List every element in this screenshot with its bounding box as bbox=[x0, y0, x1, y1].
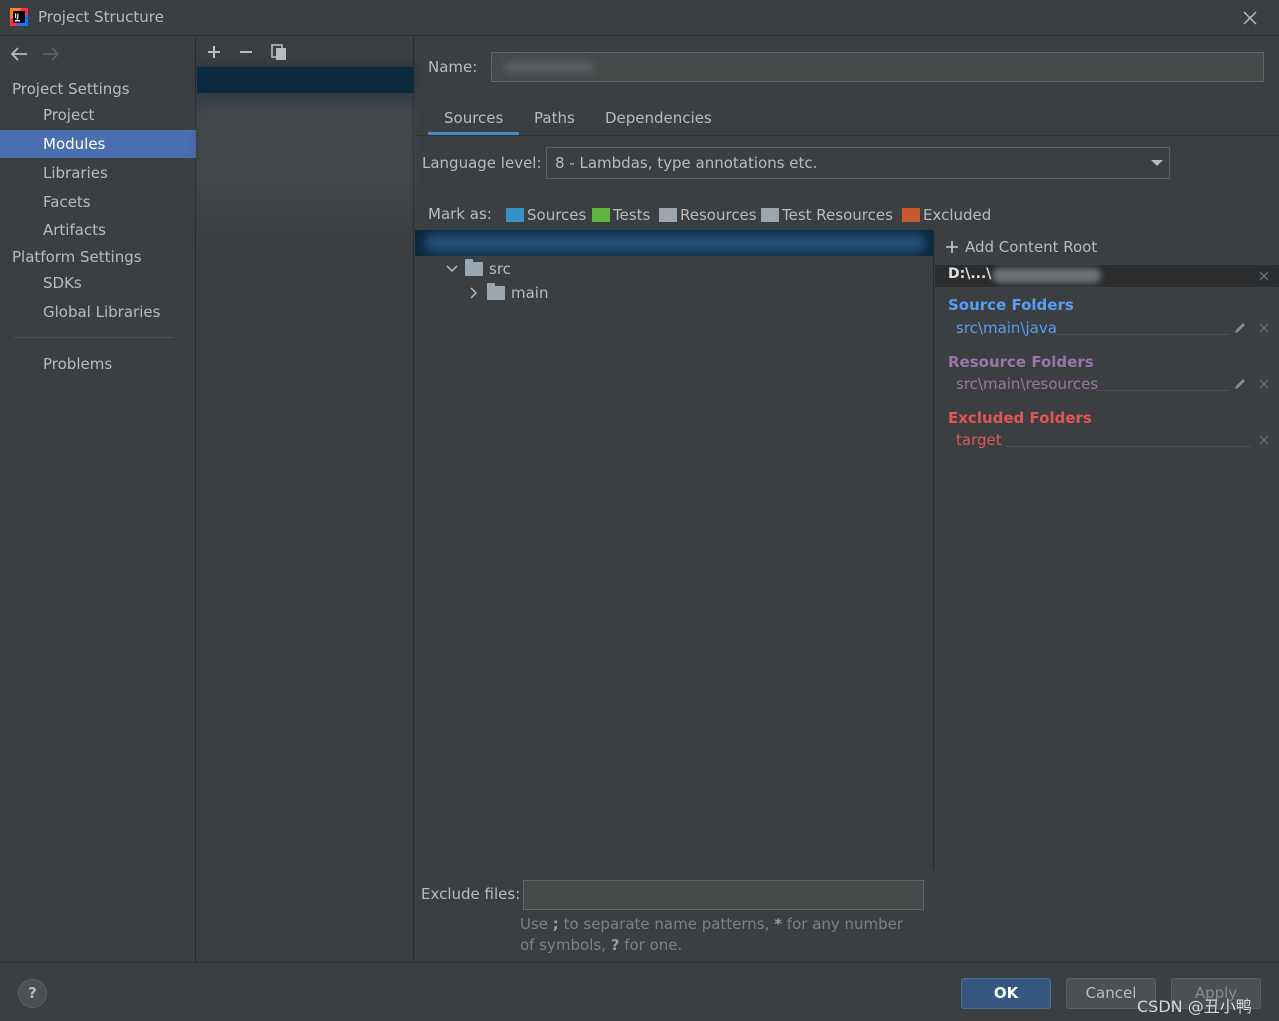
language-level-value: 8 - Lambdas, type annotations etc. bbox=[555, 154, 818, 172]
chevron-down-icon[interactable] bbox=[445, 262, 459, 276]
watermark: CSDN @丑小鸭 bbox=[1137, 997, 1252, 1016]
tabs-border bbox=[415, 135, 1279, 136]
resource-folders-title: Resource Folders bbox=[948, 353, 1094, 371]
dialog-button-bar: ? OK Cancel Apply CSDN @丑小鸭 bbox=[0, 962, 1279, 1021]
nav-item-problems[interactable]: Problems bbox=[0, 350, 196, 378]
mark-as-label: Mark as: bbox=[428, 205, 492, 223]
mark-resources-label: Resources bbox=[680, 206, 757, 224]
help-button[interactable]: ? bbox=[18, 979, 47, 1008]
remove-excluded-folder-icon[interactable] bbox=[1258, 434, 1270, 446]
folder-icon bbox=[465, 259, 483, 276]
test-resources-folder-icon bbox=[761, 208, 779, 222]
nav-item-sdks[interactable]: SDKs bbox=[0, 269, 196, 297]
nav-divider bbox=[14, 337, 174, 338]
mark-excluded-button[interactable]: Excluded bbox=[902, 204, 991, 226]
tree-root-blurred bbox=[425, 234, 925, 252]
copy-icon[interactable] bbox=[268, 41, 290, 63]
intellij-logo-icon: IJ bbox=[10, 8, 28, 26]
exclude-files-field[interactable] bbox=[523, 880, 924, 910]
language-level-select[interactable]: 8 - Lambdas, type annotations etc. bbox=[546, 147, 1170, 179]
content-roots-panel: Add Content Root D:\...\ Source Folders … bbox=[935, 230, 1279, 962]
edit-pencil-icon[interactable] bbox=[1233, 377, 1247, 391]
source-tree: src main bbox=[415, 230, 934, 870]
tree-root-row[interactable] bbox=[415, 230, 934, 256]
module-name-blurred bbox=[504, 61, 594, 73]
mark-sources-button[interactable]: Sources bbox=[506, 204, 586, 226]
tree-item-label: main bbox=[511, 284, 549, 302]
excluded-folder-entry[interactable]: target bbox=[956, 431, 1002, 449]
mark-test-resources-label: Test Resources bbox=[782, 206, 893, 224]
content-root-path-blurred bbox=[993, 268, 1101, 283]
tests-folder-icon bbox=[592, 208, 610, 222]
remove-source-folder-icon[interactable] bbox=[1258, 322, 1270, 334]
module-list-blurred bbox=[197, 67, 414, 243]
dotted-leader bbox=[1007, 446, 1251, 447]
nav-item-libraries[interactable]: Libraries bbox=[0, 159, 196, 187]
remove-root-icon[interactable] bbox=[1258, 270, 1270, 282]
dotted-leader bbox=[1053, 334, 1229, 335]
excluded-folder-icon bbox=[902, 208, 920, 222]
mark-excluded-label: Excluded bbox=[923, 206, 992, 224]
tree-item-label: src bbox=[489, 260, 511, 278]
mark-sources-label: Sources bbox=[527, 206, 587, 224]
name-label: Name: bbox=[428, 58, 478, 76]
exclude-files-label: Exclude files: bbox=[421, 885, 521, 903]
nav-item-modules[interactable]: Modules bbox=[0, 130, 196, 158]
language-level-label: Language level: bbox=[422, 154, 542, 172]
add-content-root-label: Add Content Root bbox=[965, 238, 1098, 256]
edit-pencil-icon[interactable] bbox=[1233, 321, 1247, 335]
mark-tests-label: Tests bbox=[613, 206, 651, 224]
project-settings-heading: Project Settings bbox=[12, 80, 130, 98]
svg-text:IJ: IJ bbox=[15, 13, 19, 20]
excluded-folders-title: Excluded Folders bbox=[948, 409, 1092, 427]
content-root-path: D:\...\ bbox=[948, 266, 992, 282]
add-content-root-button[interactable]: Add Content Root bbox=[945, 238, 1097, 256]
resources-folder-icon bbox=[659, 208, 677, 222]
nav-item-global-libraries[interactable]: Global Libraries bbox=[0, 298, 196, 326]
folder-icon bbox=[487, 283, 505, 300]
platform-settings-heading: Platform Settings bbox=[12, 248, 142, 266]
module-list-panel bbox=[197, 37, 414, 962]
mark-test-resources-button[interactable]: Test Resources bbox=[761, 204, 893, 226]
mark-resources-button[interactable]: Resources bbox=[659, 204, 757, 226]
tab-paths[interactable]: Paths bbox=[534, 109, 575, 135]
active-tab-indicator bbox=[428, 132, 519, 135]
forward-arrow-icon[interactable] bbox=[40, 45, 62, 63]
exclude-files-hint: Use ; to separate name patterns, * for a… bbox=[520, 915, 904, 954]
settings-navigation: Project Settings Project Modules Librari… bbox=[0, 37, 196, 962]
tree-item-main[interactable]: main bbox=[467, 281, 548, 305]
source-folders-title: Source Folders bbox=[948, 296, 1074, 314]
resource-folder-entry[interactable]: src\main\resources bbox=[956, 375, 1098, 393]
nav-item-artifacts[interactable]: Artifacts bbox=[0, 216, 196, 244]
module-name-field[interactable] bbox=[491, 52, 1264, 82]
chevron-down-icon bbox=[1151, 160, 1163, 166]
tab-dependencies[interactable]: Dependencies bbox=[605, 109, 712, 135]
ok-button[interactable]: OK bbox=[961, 978, 1051, 1009]
window-title: Project Structure bbox=[38, 8, 164, 26]
content-root-header: D:\...\ bbox=[935, 265, 1279, 287]
nav-item-facets[interactable]: Facets bbox=[0, 188, 196, 216]
title-bar: IJ Project Structure bbox=[0, 0, 1279, 36]
remove-icon[interactable] bbox=[235, 41, 257, 63]
module-list-item-selected[interactable] bbox=[197, 67, 414, 93]
nav-item-project[interactable]: Project bbox=[0, 101, 196, 129]
sources-folder-icon bbox=[506, 208, 524, 222]
plus-icon bbox=[946, 241, 958, 253]
mark-tests-button[interactable]: Tests bbox=[592, 204, 650, 226]
close-icon[interactable] bbox=[1238, 6, 1262, 30]
source-folder-entry[interactable]: src\main\java bbox=[956, 319, 1057, 337]
back-arrow-icon[interactable] bbox=[8, 45, 30, 63]
remove-resource-folder-icon[interactable] bbox=[1258, 378, 1270, 390]
tree-item-src[interactable]: src bbox=[445, 257, 511, 281]
dotted-leader bbox=[1096, 390, 1229, 391]
add-icon[interactable] bbox=[203, 41, 225, 63]
chevron-right-icon[interactable] bbox=[467, 286, 481, 300]
